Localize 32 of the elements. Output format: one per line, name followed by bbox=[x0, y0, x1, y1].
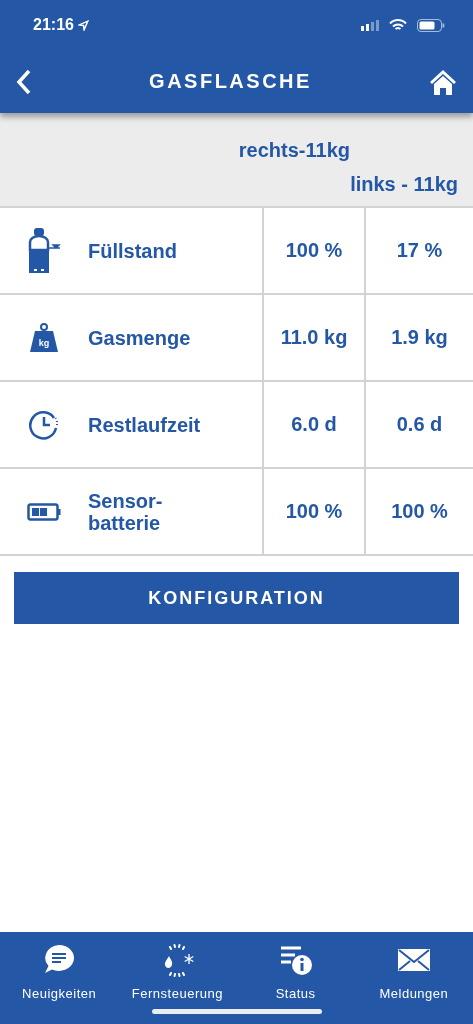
gas-cylinder-icon bbox=[27, 227, 61, 274]
value-text: 11.0 kg bbox=[280, 326, 348, 349]
value-text: 1.9 kg bbox=[391, 326, 448, 349]
signal-icon bbox=[361, 19, 379, 31]
envelope-icon bbox=[396, 948, 431, 972]
row-label: Füllstand bbox=[88, 239, 177, 262]
value-text: 100 % bbox=[285, 500, 343, 523]
battery-icon bbox=[417, 18, 445, 32]
list-info-icon bbox=[278, 944, 313, 976]
value-text: 17 % bbox=[396, 239, 443, 262]
bottle-label: links - 11kg bbox=[350, 172, 458, 197]
page-title: GASFLASCHE bbox=[148, 70, 313, 93]
tab-button[interactable]: Meldungen bbox=[354, 942, 473, 1001]
bottle-label: rechts-11kg bbox=[238, 138, 350, 163]
value-text: 100 % bbox=[285, 239, 343, 262]
back-icon[interactable] bbox=[16, 68, 32, 95]
home-icon[interactable] bbox=[429, 68, 457, 95]
wifi-icon bbox=[389, 18, 407, 32]
tab-button[interactable]: Status bbox=[236, 942, 355, 1001]
location-arrow-icon bbox=[77, 19, 89, 31]
row-label: Sensor- batterie bbox=[88, 489, 163, 534]
configuration-button[interactable]: KONFIGURATION bbox=[14, 572, 459, 624]
value-text: 0.6 d bbox=[396, 413, 443, 436]
row-label: Restlaufzeit bbox=[88, 413, 201, 436]
row-label: Gasmenge bbox=[88, 326, 191, 349]
tab-button[interactable]: Neuigkeiten bbox=[0, 942, 119, 1001]
tab-button[interactable]: Fernsteuerung bbox=[118, 942, 237, 1001]
value-text: 6.0 d bbox=[291, 413, 337, 436]
clock-time: 21:16 bbox=[33, 16, 74, 34]
value-text: 100 % bbox=[391, 500, 448, 523]
battery-icon bbox=[27, 502, 61, 521]
clock-icon bbox=[28, 408, 60, 441]
